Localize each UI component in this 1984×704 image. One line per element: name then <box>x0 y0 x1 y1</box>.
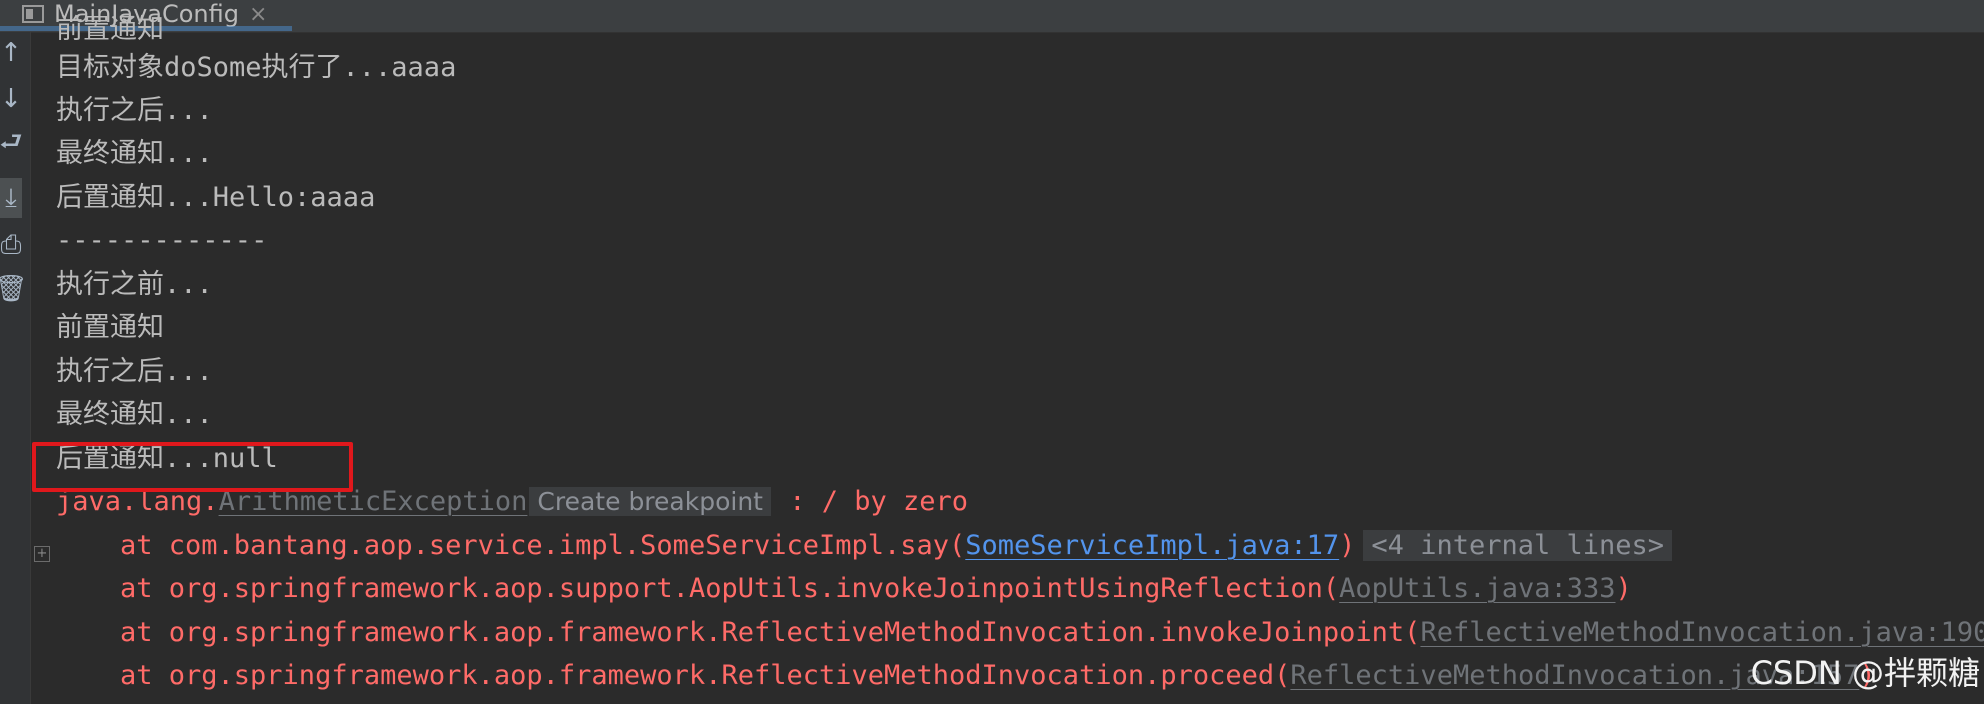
arrow-down-icon[interactable]: ↓ <box>0 82 22 116</box>
internal-lines-fold[interactable]: <4 internal lines> <box>1363 530 1673 561</box>
expand-icon[interactable]: + <box>34 546 50 562</box>
trash-icon[interactable]: 🗑 <box>0 272 28 306</box>
stack-frame: at org.springframework.aop.framework.Ref… <box>120 613 1984 653</box>
console-line: 最终通知... <box>56 399 213 430</box>
close-icon[interactable]: × <box>249 2 267 27</box>
soft-wrap-icon[interactable]: ⮐ <box>0 127 23 162</box>
console-line: 前置通知 <box>56 14 164 45</box>
stack-frame-method: at org.springframework.aop.support.AopUt… <box>120 573 1340 604</box>
run-config-icon <box>22 5 44 23</box>
run-tab-bar: MainJavaConfig × <box>0 0 1984 33</box>
source-link[interactable]: SomeServiceImpl.java:17 <box>965 530 1339 561</box>
source-link[interactable]: ReflectiveMethodInvocation.java:190 <box>1420 617 1984 648</box>
console-line: 前置通知 <box>56 312 164 343</box>
console-separator: ------------- <box>56 225 268 256</box>
print-icon[interactable]: ⎙ <box>0 228 22 262</box>
console-line: 执行之前... <box>56 269 213 300</box>
source-link[interactable]: AopUtils.java:333 <box>1339 573 1615 604</box>
stack-frame-method: at org.springframework.aop.framework.Ref… <box>120 660 1291 691</box>
arrow-up-icon[interactable]: ↑ <box>0 36 22 70</box>
stack-frame-close: ) <box>1615 573 1632 604</box>
console-line: 执行之后... <box>56 356 213 387</box>
exception-message: : / by zero <box>772 486 969 517</box>
stack-frame: at org.springframework.aop.framework.Ref… <box>120 656 1876 696</box>
highlight-annotation-box <box>32 442 353 492</box>
console-line: 最终通知... <box>56 138 213 169</box>
console-output[interactable]: 前置通知 目标对象doSome执行了...aaaa 执行之后... 最终通知..… <box>30 14 1984 704</box>
stack-frame-method: at org.springframework.aop.framework.Ref… <box>120 617 1421 648</box>
console-line: 后置通知...Hello:aaaa <box>56 182 376 213</box>
stack-frame: at com.bantang.aop.service.impl.SomeServ… <box>120 526 1673 566</box>
console-toolbar: ↑ ↓ ⮐ ⤓ ⎙ 🗑 <box>0 32 31 704</box>
stack-frame: at org.springframework.aop.support.AopUt… <box>120 569 1632 609</box>
console-line: 执行之后... <box>56 95 213 126</box>
stack-frame-method: at com.bantang.aop.service.impl.SomeServ… <box>120 530 966 561</box>
scroll-to-end-icon[interactable]: ⤓ <box>0 178 22 218</box>
watermark: CSDN @拌颗糖 <box>1750 654 1980 692</box>
stack-frame-close: ) <box>1339 530 1356 561</box>
console-line: 目标对象doSome执行了...aaaa <box>56 52 457 83</box>
create-breakpoint-link[interactable]: Create breakpoint <box>529 487 771 516</box>
